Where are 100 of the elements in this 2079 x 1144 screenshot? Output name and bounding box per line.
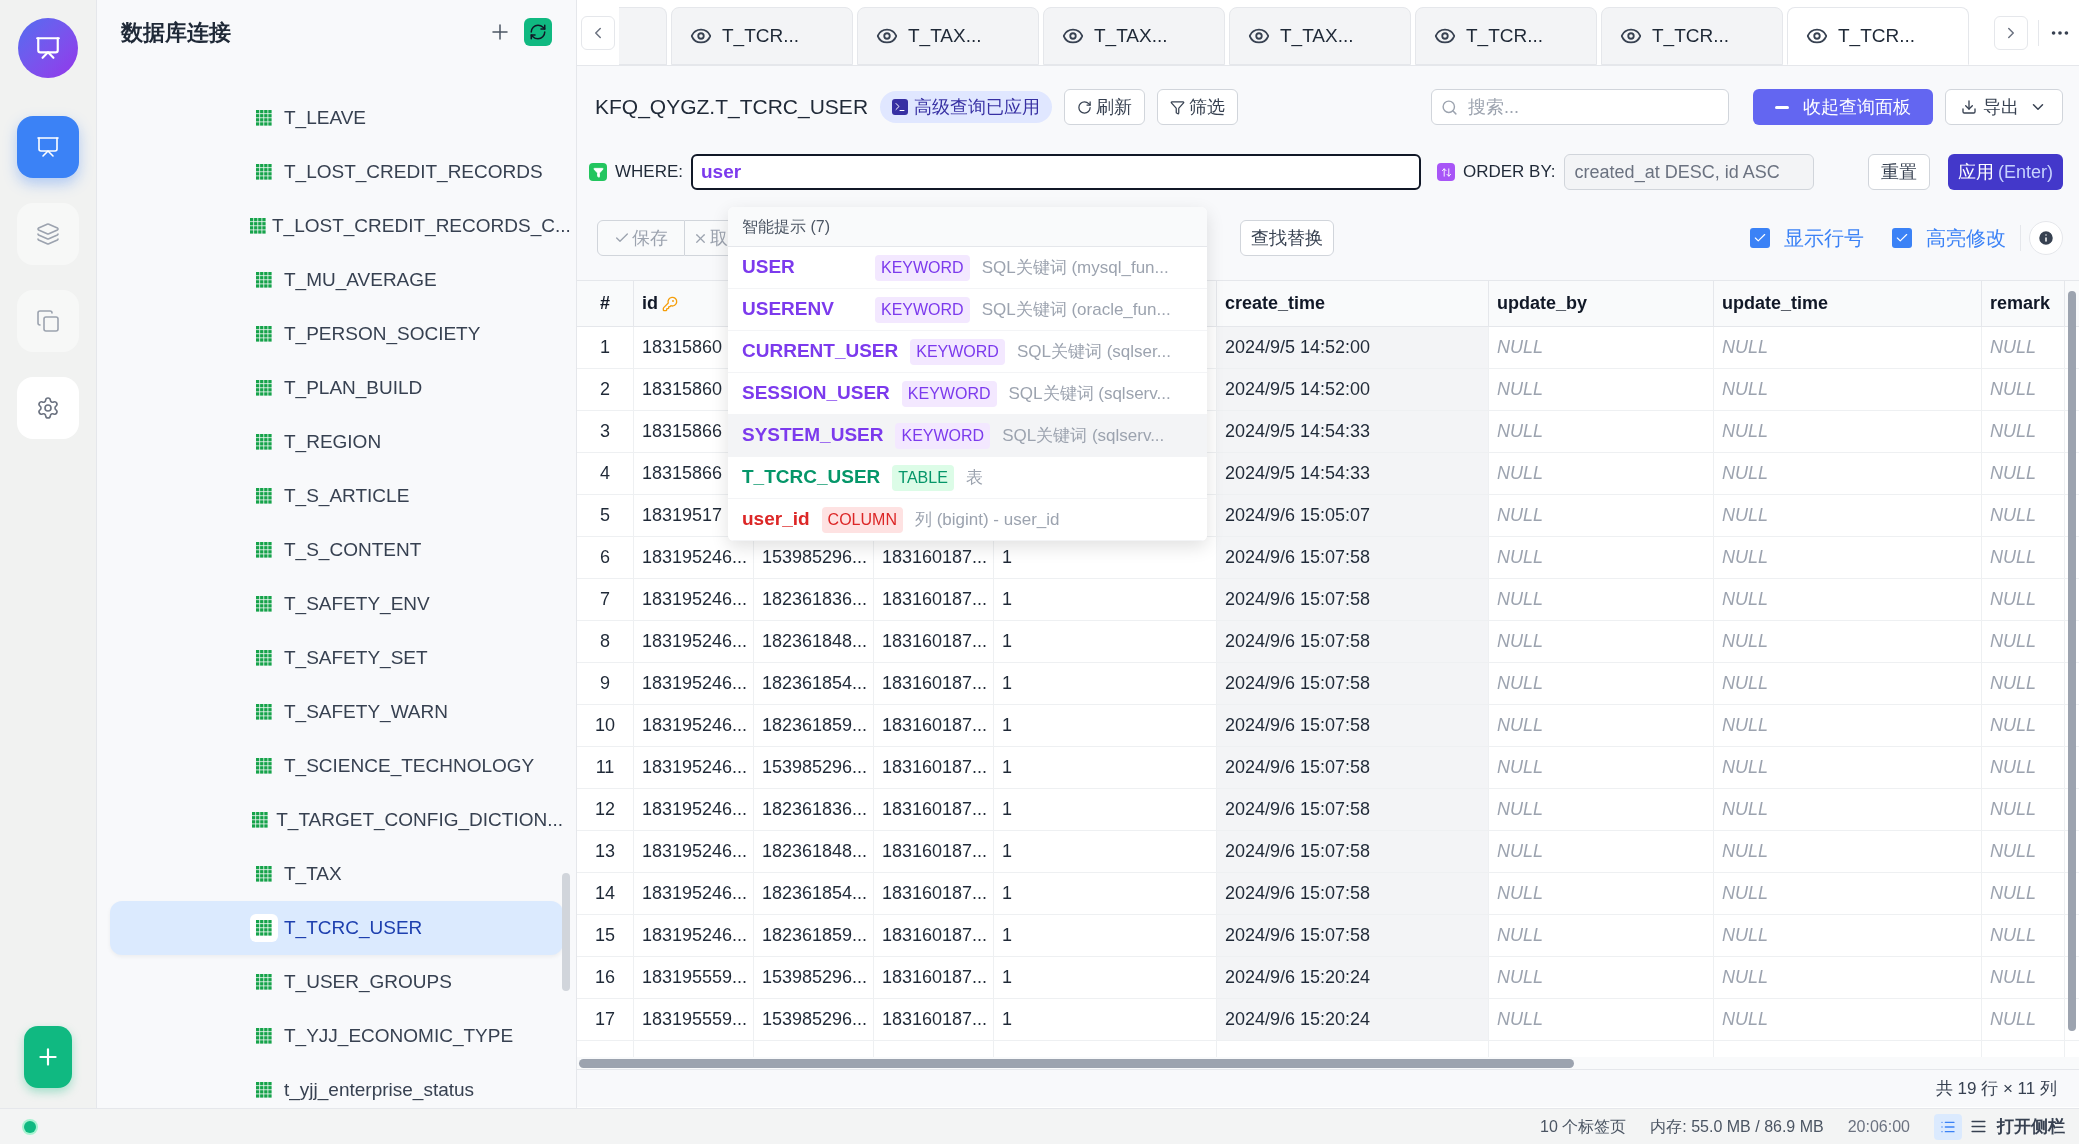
table-cell-text: 12 bbox=[595, 798, 615, 821]
table-cell-text: 18315866 bbox=[642, 462, 723, 485]
table-cell-text: NULL bbox=[1497, 420, 1544, 443]
refresh-button[interactable] bbox=[524, 18, 552, 46]
table-cell-text: 153985296... bbox=[762, 966, 868, 989]
table-name: T_REGION bbox=[284, 429, 382, 455]
horizontal-scrollbar[interactable] bbox=[579, 1058, 1574, 1068]
list-view-button[interactable] bbox=[1934, 1113, 1962, 1140]
table-cell-text: 2024/9/6 15:07:58 bbox=[1225, 798, 1371, 821]
apply-button[interactable]: 应用 (Enter) bbox=[1948, 154, 2063, 190]
table-cell-text: 17 bbox=[595, 1008, 615, 1031]
table-icon bbox=[256, 272, 272, 288]
tab[interactable]: T_TCR... bbox=[1415, 7, 1597, 65]
collapse-button[interactable]: 收起查询面板 bbox=[1753, 89, 1933, 125]
tab[interactable]: T_TAX... bbox=[857, 7, 1039, 65]
table-item[interactable]: T_SAFETY_WARN bbox=[110, 685, 563, 739]
column-header[interactable]: # bbox=[577, 281, 634, 326]
add-button[interactable] bbox=[24, 1026, 72, 1088]
tab[interactable]: T_TAX... bbox=[1043, 7, 1225, 65]
table-item[interactable]: T_SAFETY_ENV bbox=[110, 577, 563, 631]
status-badge: 高级查询已应用 bbox=[880, 91, 1053, 123]
tab[interactable]: T_TAX... bbox=[1229, 7, 1411, 65]
table-cell-text: NULL bbox=[1990, 924, 2037, 947]
app-logo[interactable] bbox=[18, 18, 78, 78]
table-icon bbox=[256, 488, 272, 504]
suggestion-item[interactable]: SESSION_USER KEYWORD SQL关键词 (sqlserv... bbox=[728, 373, 1207, 415]
table-item[interactable]: T_LEAVE bbox=[110, 91, 563, 145]
reset-button[interactable]: 重置 bbox=[1868, 154, 1930, 190]
vertical-scrollbar[interactable] bbox=[2068, 291, 2076, 1031]
search-field[interactable]: 搜索... bbox=[1431, 89, 1729, 125]
table-cell-text: 1 bbox=[1002, 798, 1012, 821]
table-cell-text: 1 bbox=[1002, 882, 1012, 905]
table-item[interactable]: T_USER_GROUPS bbox=[110, 955, 563, 1009]
tab[interactable]: T_TCR... bbox=[1601, 7, 1783, 65]
table-name: T_USER_GROUPS bbox=[284, 969, 452, 995]
find-replace-button[interactable]: 查找替换 bbox=[1240, 220, 1334, 256]
table-cell-text: NULL bbox=[1497, 336, 1544, 359]
filter-icon bbox=[1170, 99, 1186, 115]
table-item[interactable]: T_REGION bbox=[110, 415, 563, 469]
rail-button[interactable] bbox=[17, 290, 79, 352]
table-item[interactable]: T_TARGET_CONFIG_DICTION... bbox=[110, 793, 563, 847]
table-cell-text: 7 bbox=[600, 588, 610, 611]
kind-tag: KEYWORD bbox=[875, 254, 970, 281]
table-item[interactable]: T_S_CONTENT bbox=[110, 523, 563, 577]
table-cell-text: 5 bbox=[600, 504, 610, 527]
sidebar-toggle-button[interactable]: 打开侧栏 bbox=[1970, 1113, 2065, 1140]
order-by-field[interactable]: created_at DESC, id ASC bbox=[1563, 154, 1814, 190]
table-cell-text: 1 bbox=[600, 336, 610, 359]
table-item[interactable]: T_S_ARTICLE bbox=[110, 469, 563, 523]
suggestion-item[interactable]: T_TCRC_USER TABLE 表 bbox=[728, 457, 1207, 499]
table-cell-text: NULL bbox=[1497, 504, 1544, 527]
suggestion-detail: SQL关键词 (sqlser... bbox=[1016, 340, 1171, 363]
table-item[interactable]: T_YJJ_ECONOMIC_TYPE bbox=[110, 1009, 563, 1063]
table-item[interactable]: T_MU_AVERAGE bbox=[110, 253, 563, 307]
option-checkbox[interactable]: 高亮修改 bbox=[1892, 223, 2006, 253]
rail-button[interactable] bbox=[17, 203, 79, 265]
table-cell-text: 6 bbox=[600, 546, 610, 569]
table-cell-text: NULL bbox=[1722, 630, 1769, 653]
table-cell-text: 182361854... bbox=[762, 672, 868, 695]
table-item[interactable]: T_SAFETY_SET bbox=[110, 631, 563, 685]
table-item[interactable]: T_LOST_CREDIT_RECORDS bbox=[110, 145, 563, 199]
table-cell-text: 1 bbox=[1002, 966, 1012, 989]
table-item[interactable]: T_PERSON_SOCIETY bbox=[110, 307, 563, 361]
filter-button[interactable]: 筛选 bbox=[1157, 89, 1239, 125]
column-header[interactable]: remark bbox=[1982, 281, 2065, 326]
tab[interactable]: T_TCR... bbox=[671, 7, 853, 65]
suggestion-item[interactable]: CURRENT_USER KEYWORD SQL关键词 (sqlser... bbox=[728, 331, 1207, 373]
rail-button[interactable] bbox=[17, 116, 79, 178]
suggestion-item[interactable]: USER KEYWORD SQL关键词 (mysql_fun... bbox=[728, 247, 1207, 289]
rail-button[interactable] bbox=[17, 377, 79, 439]
table-icon bbox=[256, 326, 272, 342]
table-cell-text: 183195246... bbox=[642, 546, 748, 569]
info-button[interactable] bbox=[2029, 221, 2063, 255]
table-cell-text: NULL bbox=[1497, 630, 1544, 653]
kind-tag: COLUMN bbox=[821, 506, 903, 533]
table-cell-text: 1 bbox=[1002, 546, 1012, 569]
column-header[interactable]: update_by bbox=[1489, 281, 1714, 326]
table-cell-text: NULL bbox=[1497, 756, 1544, 779]
tab[interactable]: T_TCR... bbox=[1787, 7, 1969, 65]
table-item[interactable]: T_TAX bbox=[110, 847, 563, 901]
refresh-button[interactable]: 刷新 bbox=[1064, 89, 1146, 125]
table-cell-text: NULL bbox=[1497, 546, 1544, 569]
column-header[interactable]: update_time bbox=[1714, 281, 1982, 326]
export-button[interactable]: 导出 bbox=[1945, 89, 2063, 125]
suggestion-item[interactable]: USERENV KEYWORD SQL关键词 (oracle_fun... bbox=[728, 289, 1207, 331]
suggestion-item[interactable]: user_id COLUMN 列 (bigint) - user_id bbox=[728, 499, 1207, 541]
download-icon bbox=[1961, 99, 1977, 115]
table-cell-text: NULL bbox=[1722, 546, 1769, 569]
suggestion-item[interactable]: SYSTEM_USER KEYWORD SQL关键词 (sqlserv... bbox=[728, 415, 1207, 457]
suggestion-detail: 表 bbox=[965, 466, 983, 489]
table-cell-text: 1 bbox=[1002, 714, 1012, 737]
column-header[interactable]: create_time bbox=[1217, 281, 1489, 326]
table-cell-text: 10 bbox=[595, 714, 615, 737]
table-item[interactable]: T_PLAN_BUILD bbox=[110, 361, 563, 415]
table-name: T_S_CONTENT bbox=[284, 537, 422, 563]
table-item[interactable]: T_SCIENCE_TECHNOLOGY bbox=[110, 739, 563, 793]
table-item[interactable]: t_yjj_enterprise_status bbox=[110, 1063, 563, 1108]
table-item[interactable]: T_TCRC_USER bbox=[110, 901, 563, 955]
where-field[interactable]: user bbox=[691, 154, 1421, 190]
table-cell-text: 2 bbox=[600, 378, 610, 401]
